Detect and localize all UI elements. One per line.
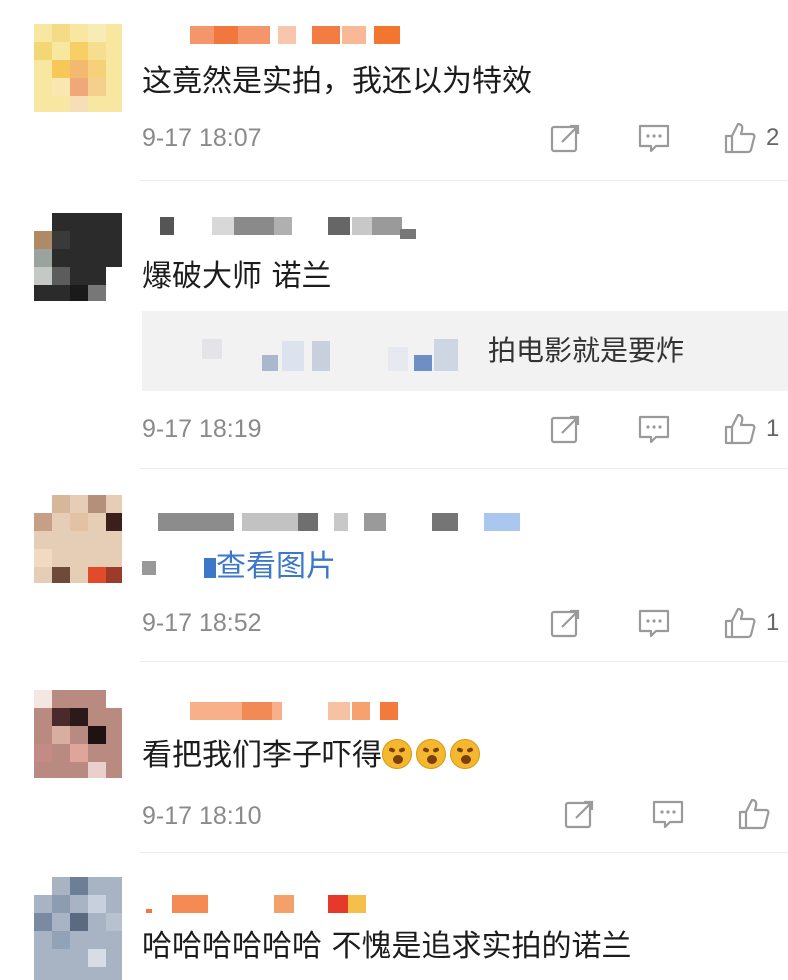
comment-item: 爆破大师 诺兰 拍电影就是要炸 9-17 18:19 1 [0, 181, 788, 469]
quote-author-redacted [434, 339, 458, 371]
comment-text: 这竟然是实拍，我还以为特效 [142, 64, 532, 99]
avatar[interactable] [34, 495, 122, 583]
avatar[interactable] [34, 24, 122, 112]
username-redacted[interactable] [142, 26, 402, 48]
thumbs-up-icon[interactable] [722, 605, 758, 641]
quote-author-redacted [312, 341, 330, 371]
quote-author-redacted [202, 339, 222, 359]
comment-text: 爆破大师 诺兰 [142, 259, 332, 294]
quote-author-redacted [282, 341, 304, 371]
share-icon[interactable] [548, 120, 584, 156]
comment-time: 9-17 18:52 [142, 609, 262, 637]
comment-text: 查看图片 [142, 547, 336, 587]
comment-text: 看把我们李子吓得 [142, 736, 484, 776]
frightened-face-emoji [416, 739, 446, 769]
comment-icon[interactable] [650, 796, 686, 832]
thumbs-up-icon[interactable] [736, 796, 772, 832]
thumbs-up-icon[interactable] [722, 411, 758, 447]
username-redacted[interactable] [142, 217, 422, 239]
avatar[interactable] [34, 877, 122, 980]
comment-text: 哈哈哈哈哈哈 不愧是追求实拍的诺兰 [142, 929, 632, 964]
redacted-block [142, 560, 156, 575]
quote-author-redacted [414, 355, 432, 371]
comment-time: 9-17 18:07 [142, 124, 262, 152]
comment-item: 看把我们李子吓得 9-17 18:10 [0, 662, 788, 852]
like-count: 1 [766, 609, 780, 636]
view-image-link[interactable]: 查看图片 [204, 549, 336, 584]
comment-time: 9-17 18:10 [142, 802, 262, 830]
image-icon [204, 558, 216, 578]
comment-actions [562, 796, 788, 836]
comment-actions: 1 [548, 605, 788, 645]
like-count: 2 [766, 124, 780, 151]
username-redacted[interactable] [142, 702, 422, 724]
comment-icon[interactable] [636, 605, 672, 641]
comment-time: 9-17 18:19 [142, 415, 262, 443]
share-icon[interactable] [548, 605, 584, 641]
quote-author-redacted [388, 347, 408, 371]
username-redacted[interactable] [142, 513, 542, 535]
comment-actions: 1 [548, 411, 788, 451]
quoted-reply[interactable]: 拍电影就是要炸 [142, 311, 788, 391]
quote-author-redacted [262, 355, 278, 371]
avatar[interactable] [34, 690, 122, 778]
avatar[interactable] [34, 213, 122, 301]
share-icon[interactable] [562, 796, 598, 832]
comment-icon[interactable] [636, 120, 672, 156]
comment-item: 哈哈哈哈哈哈 不愧是追求实拍的诺兰 [0, 853, 788, 980]
share-icon[interactable] [548, 411, 584, 447]
comment-text-body: 看把我们李子吓得 [142, 738, 382, 773]
thumbs-up-icon[interactable] [722, 120, 758, 156]
frightened-face-emoji [450, 739, 480, 769]
comment-item: 查看图片 9-17 18:52 1 [0, 469, 788, 661]
like-count: 1 [766, 415, 780, 442]
frightened-face-emoji [382, 739, 412, 769]
comment-icon[interactable] [636, 411, 672, 447]
quote-text: 拍电影就是要炸 [488, 334, 685, 367]
comment-actions: 2 [548, 120, 788, 160]
username-redacted[interactable] [142, 895, 382, 917]
comment-item: 这竟然是实拍，我还以为特效 9-17 18:07 2 [0, 0, 788, 180]
